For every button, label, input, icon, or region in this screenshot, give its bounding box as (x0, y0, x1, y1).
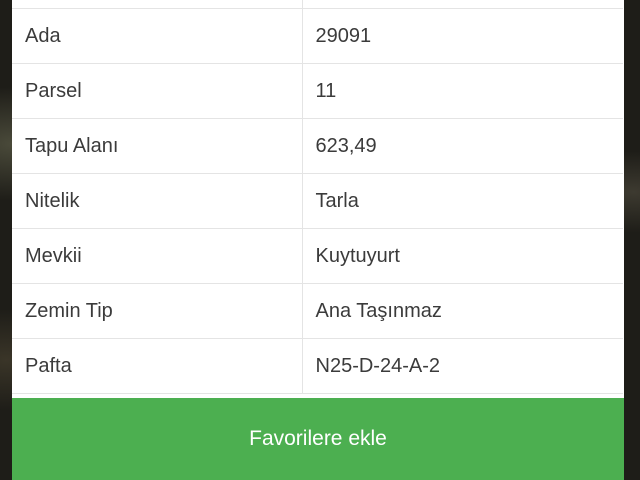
row-value-pafta: N25-D-24-A-2 (302, 338, 623, 394)
row-label-tapu-alani: Tapu Alanı (12, 118, 303, 174)
row-value-parsel: 11 (302, 63, 623, 119)
row-value (302, 0, 623, 9)
table-row (12, 0, 623, 9)
row-label (12, 0, 303, 9)
table-row: Parsel 11 (12, 63, 623, 119)
table-row: Zemin Tip Ana Taşınmaz (12, 283, 623, 339)
row-value-tapu-alani: 623,49 (302, 118, 623, 174)
row-value-ada: 29091 (302, 8, 623, 64)
row-value-mevkii: Kuytuyurt (302, 228, 623, 284)
table-row: Nitelik Tarla (12, 173, 623, 229)
table-row: Pafta N25-D-24-A-2 (12, 338, 623, 394)
row-label-nitelik: Nitelik (12, 173, 303, 229)
add-to-favorites-button[interactable]: Favorilere ekle (12, 398, 624, 480)
table-row: Tapu Alanı 623,49 (12, 118, 623, 174)
row-label-pafta: Pafta (12, 338, 303, 394)
row-value-nitelik: Tarla (302, 173, 623, 229)
row-label-zemin-tip: Zemin Tip (12, 283, 303, 339)
row-label-ada: Ada (12, 8, 303, 64)
row-label-mevkii: Mevkii (12, 228, 303, 284)
parcel-details-table: Ada 29091 Parsel 11 Tapu Alanı 623,49 Ni… (12, 0, 623, 394)
table-row: Ada 29091 (12, 8, 623, 64)
row-value-zemin-tip: Ana Taşınmaz (302, 283, 623, 339)
row-label-parsel: Parsel (12, 63, 303, 119)
table-row: Mevkii Kuytuyurt (12, 228, 623, 284)
